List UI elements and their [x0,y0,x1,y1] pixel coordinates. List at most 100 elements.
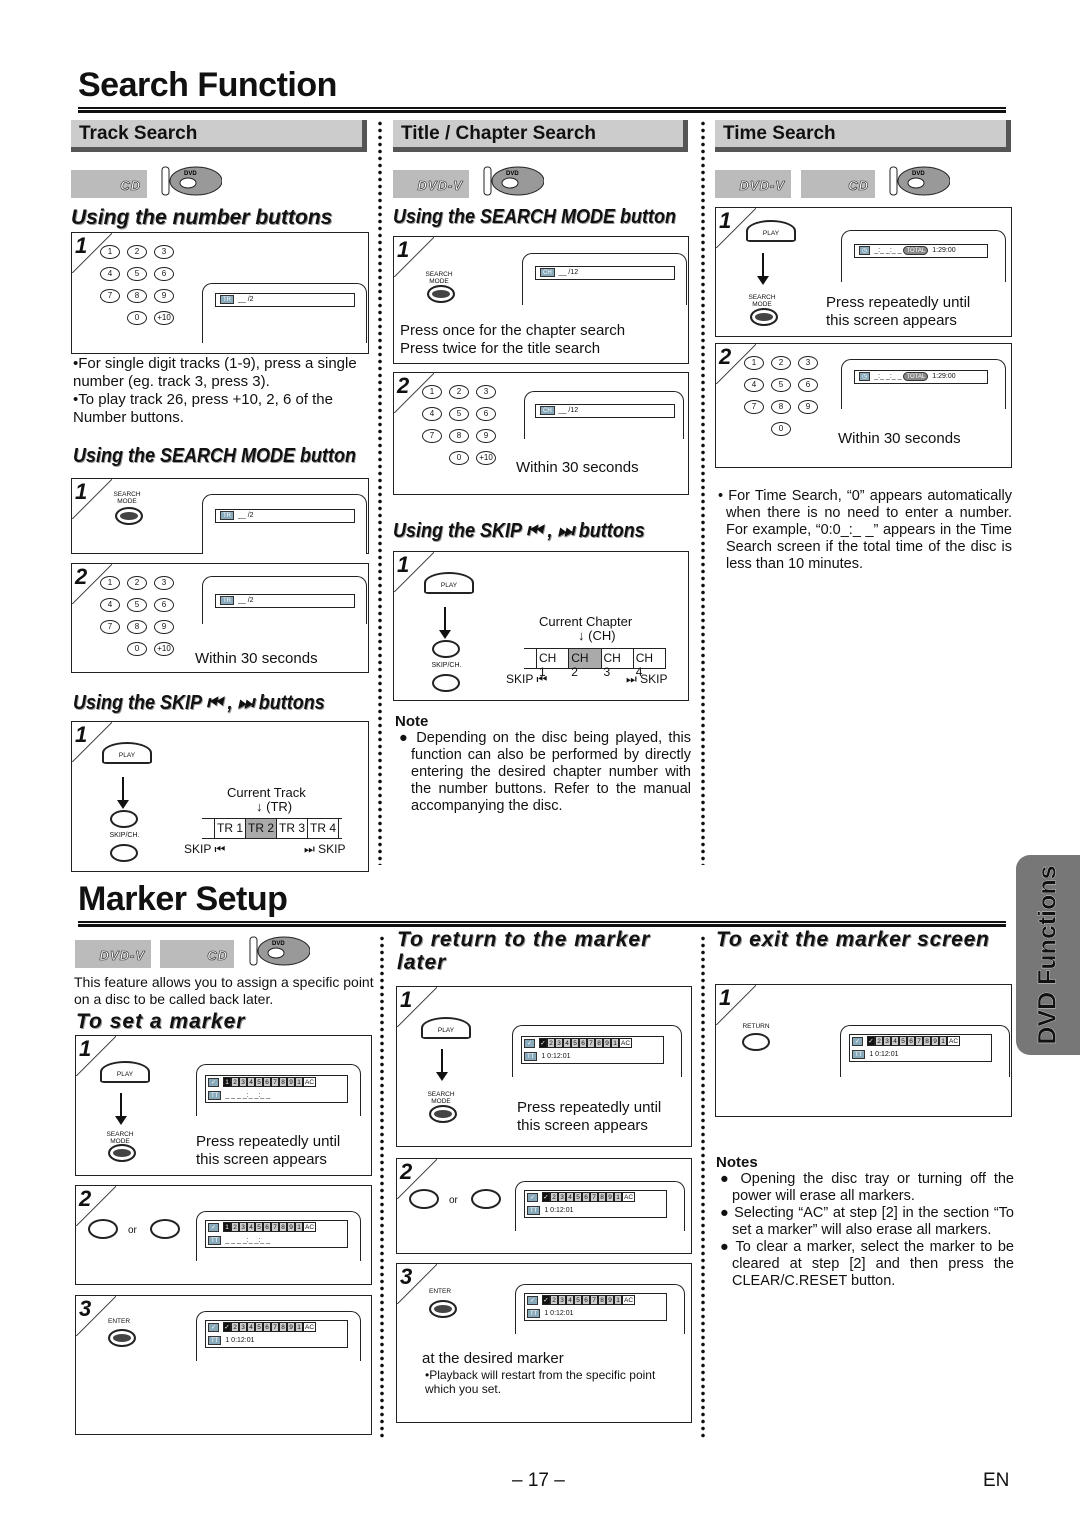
marker-slot[interactable]: 2 [231,1077,240,1087]
marker-slot[interactable]: 1 [611,1038,620,1048]
search-mode-button[interactable] [429,1105,457,1123]
left-arrow-button[interactable] [409,1189,439,1209]
marker-slot[interactable]: 1 [295,1222,304,1232]
marker-slot[interactable]: 5 [255,1322,264,1332]
skip-next-button[interactable] [110,810,138,828]
skip-next-button[interactable] [432,640,460,658]
search-mode-button[interactable] [108,1144,136,1162]
marker-clear-all[interactable]: AC [303,1077,317,1087]
marker-slot[interactable]: ✓ [539,1038,548,1048]
search-mode-button[interactable] [427,285,455,303]
skip-prev-button[interactable] [110,844,138,862]
marker-slot[interactable]: 3 [239,1322,248,1332]
marker-slot[interactable]: 8 [598,1295,607,1305]
marker-slot[interactable]: 2 [231,1322,240,1332]
marker-slot[interactable]: 8 [279,1077,288,1087]
right-arrow-button[interactable] [150,1219,180,1239]
marker-slot[interactable]: 4 [566,1295,575,1305]
marker-clear-all[interactable]: AC [619,1038,633,1048]
step-box-return-2: 2 or ✓ ✓ 2 3 4 5 6 7 8 9 1 AC TT 1 0:12:01 [396,1158,692,1254]
marker-slot[interactable]: 1 [295,1322,304,1332]
marker-slot[interactable]: 6 [579,1038,588,1048]
marker-slot[interactable]: 8 [595,1038,604,1048]
marker-slot[interactable]: 5 [255,1222,264,1232]
subheading-search-mode: Using the SEARCH MODE button [73,445,356,467]
search-mode-button[interactable] [750,308,778,326]
marker-slot[interactable]: 7 [271,1322,280,1332]
marker-slot[interactable]: 9 [603,1038,612,1048]
marker-slot[interactable]: 7 [587,1038,596,1048]
marker-slot[interactable]: 6 [907,1036,916,1046]
marker-slot[interactable]: 9 [287,1222,296,1232]
marker-clear-all[interactable]: AC [947,1036,961,1046]
marker-slot[interactable]: 3 [558,1295,567,1305]
marker-slot[interactable]: 3 [239,1077,248,1087]
marker-slot[interactable]: 1 [223,1222,232,1232]
step-box-chapter-mode-1: 1 SEARCH MODE CH __ /12 Press once for th… [393,236,689,364]
strip-item: TR 4 [307,819,340,838]
marker-slot[interactable]: 9 [606,1295,615,1305]
marker-clear-all[interactable]: AC [622,1295,636,1305]
marker-slot[interactable]: 3 [883,1036,892,1046]
marker-slot[interactable]: 6 [582,1295,591,1305]
marker-slot[interactable]: 6 [263,1322,272,1332]
marker-slot[interactable]: 4 [247,1322,256,1332]
marker-slot[interactable]: 1 [614,1192,623,1202]
marker-slot[interactable]: 3 [558,1192,567,1202]
enter-button[interactable] [108,1329,136,1347]
marker-slot[interactable]: 3 [555,1038,564,1048]
marker-slot[interactable]: 8 [279,1322,288,1332]
marker-slot[interactable]: 9 [287,1322,296,1332]
marker-slot[interactable]: 5 [571,1038,580,1048]
marker-slot[interactable]: 2 [231,1222,240,1232]
marker-slot[interactable]: ✓ [542,1192,551,1202]
marker-slot[interactable]: 2 [875,1036,884,1046]
marker-slot[interactable]: 8 [279,1222,288,1232]
marker-slot[interactable]: 9 [606,1192,615,1202]
marker-slot[interactable]: 4 [891,1036,900,1046]
marker-slot[interactable]: 7 [271,1222,280,1232]
right-arrow-button[interactable] [471,1189,501,1209]
enter-button[interactable] [429,1300,457,1318]
marker-slot[interactable]: 4 [566,1192,575,1202]
marker-slot[interactable]: 2 [547,1038,556,1048]
marker-slot[interactable]: 9 [287,1077,296,1087]
marker-slot[interactable]: ✓ [542,1295,551,1305]
marker-slot[interactable]: 7 [271,1077,280,1087]
skip-left-label: SKIP ⏮ [184,842,226,856]
marker-slot[interactable]: 2 [550,1295,559,1305]
marker-slot[interactable]: 7 [590,1295,599,1305]
marker-slot[interactable]: 2 [550,1192,559,1202]
marker-slot[interactable]: 4 [563,1038,572,1048]
marker-slot[interactable]: ✓ [223,1322,232,1332]
skip-prev-button[interactable] [432,674,460,692]
marker-clear-all[interactable]: AC [622,1192,636,1202]
marker-slot[interactable]: 3 [239,1222,248,1232]
marker-slot[interactable]: 5 [574,1295,583,1305]
return-button[interactable] [742,1033,770,1051]
marker-slot[interactable]: 8 [598,1192,607,1202]
marker-slot[interactable]: ✓ [867,1036,876,1046]
marker-slot[interactable]: 6 [582,1192,591,1202]
marker-slot[interactable]: 4 [247,1077,256,1087]
marker-slot[interactable]: 1 [614,1295,623,1305]
left-arrow-button[interactable] [88,1219,118,1239]
marker-slot[interactable]: 5 [899,1036,908,1046]
search-mode-button[interactable] [115,507,143,525]
marker-slot[interactable]: 6 [263,1222,272,1232]
marker-slot[interactable]: 1 [939,1036,948,1046]
marker-slot[interactable]: 1 [295,1077,304,1087]
marker-clear-all[interactable]: AC [303,1222,317,1232]
marker-clear-all[interactable]: AC [303,1322,317,1332]
marker-slot[interactable]: 1 [223,1077,232,1087]
marker-slot[interactable]: 4 [247,1222,256,1232]
marker-slot[interactable]: 5 [574,1192,583,1202]
marker-slot[interactable]: 7 [915,1036,924,1046]
marker-slot[interactable]: 7 [590,1192,599,1202]
marker-slot[interactable]: 8 [923,1036,932,1046]
title-rule [78,107,1006,113]
marker-slot[interactable]: 9 [931,1036,940,1046]
marker-slot[interactable]: 5 [255,1077,264,1087]
strip-item-current: CH 2 [568,649,601,679]
marker-slot[interactable]: 6 [263,1077,272,1087]
